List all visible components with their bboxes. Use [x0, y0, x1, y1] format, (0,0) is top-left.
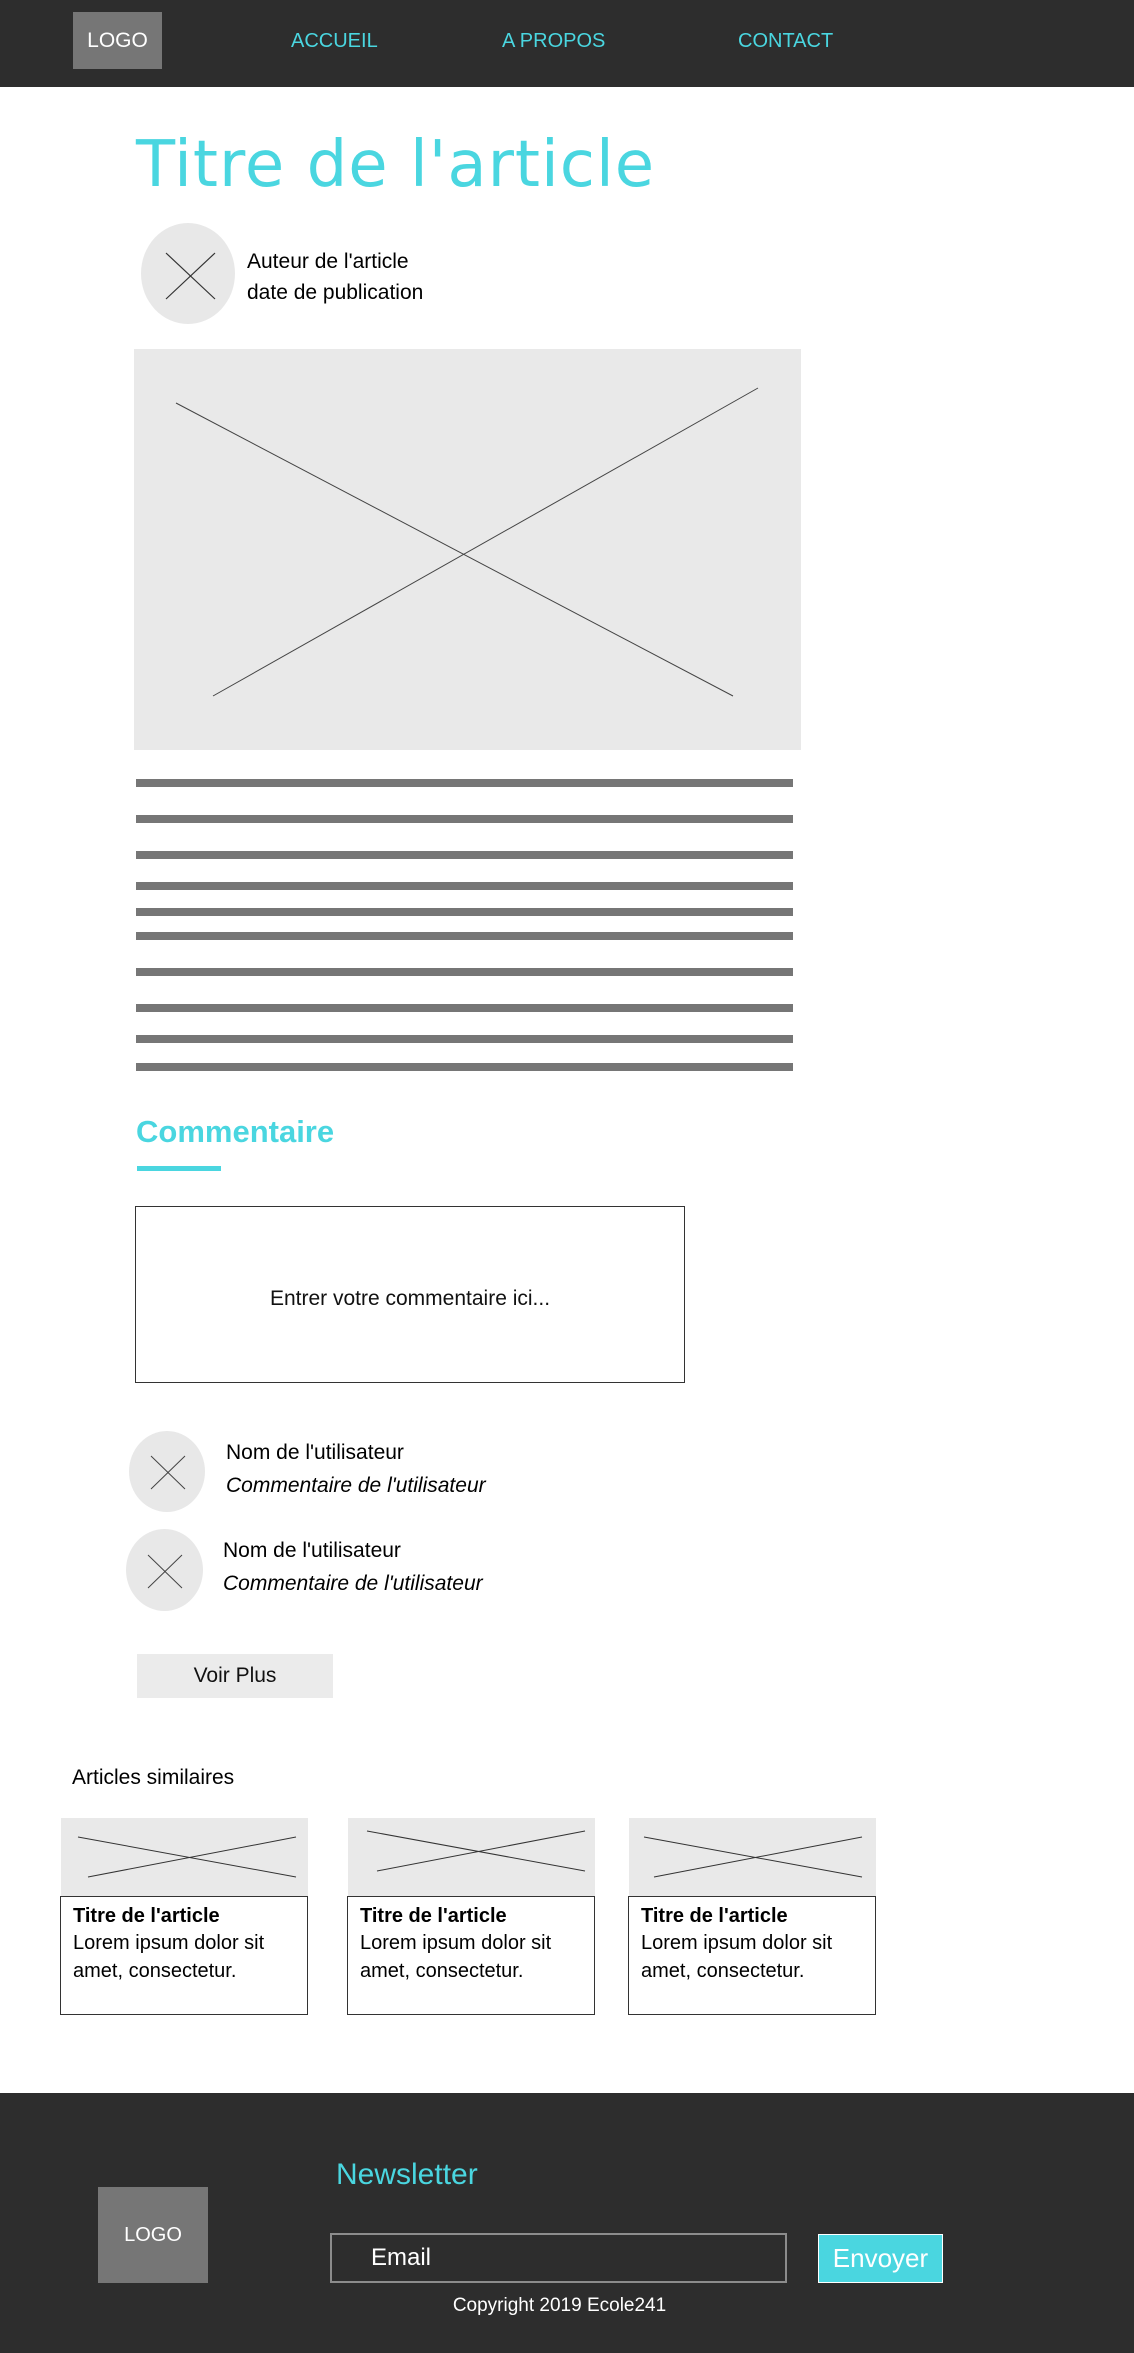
card-title[interactable]: Titre de l'article [641, 1903, 865, 1929]
article-card[interactable]: Titre de l'article Lorem ipsum dolor sit… [628, 1896, 876, 2015]
nav-a-propos[interactable]: A PROPOS [502, 30, 605, 53]
card-image[interactable] [629, 1818, 876, 1898]
image-placeholder-icon [165, 252, 216, 300]
card-title[interactable]: Titre de l'article [360, 1903, 584, 1929]
image-placeholder-icon [147, 1554, 183, 1589]
article-image [134, 349, 801, 750]
comment-user-name: Nom de l'utilisateur [226, 1441, 404, 1464]
text-line [136, 815, 793, 823]
nav-contact[interactable]: CONTACT [738, 30, 833, 53]
card-title[interactable]: Titre de l'article [73, 1903, 297, 1929]
comment-input[interactable]: Entrer votre commentaire ici... [135, 1206, 685, 1383]
image-placeholder-icon [77, 1836, 297, 1878]
text-line [136, 1004, 793, 1012]
image-placeholder-icon [366, 1830, 586, 1872]
image-placeholder-icon [150, 1455, 186, 1490]
text-line [136, 1035, 793, 1043]
user-avatar [126, 1529, 203, 1611]
text-line [136, 932, 793, 940]
comments-heading: Commentaire [136, 1114, 335, 1149]
newsletter-heading: Newsletter [336, 2158, 478, 2191]
text-line [136, 908, 793, 916]
header-logo[interactable]: LOGO [73, 12, 162, 69]
voir-plus-button[interactable]: Voir Plus [137, 1654, 333, 1698]
image-placeholder-icon [643, 1836, 863, 1878]
article-card[interactable]: Titre de l'article Lorem ipsum dolor sit… [60, 1896, 308, 2015]
text-line [136, 779, 793, 787]
card-image[interactable] [348, 1818, 595, 1898]
card-image[interactable] [61, 1818, 308, 1898]
nav-accueil[interactable]: ACCUEIL [291, 30, 378, 53]
article-author: Auteur de l'article [247, 250, 409, 273]
text-line [136, 882, 793, 890]
card-excerpt: Lorem ipsum dolor sit amet, consectetur. [73, 1932, 265, 1982]
comment-user-name: Nom de l'utilisateur [223, 1539, 401, 1562]
article-card[interactable]: Titre de l'article Lorem ipsum dolor sit… [347, 1896, 595, 2015]
heading-underline [137, 1166, 221, 1171]
similar-articles-heading: Articles similaires [72, 1766, 235, 1789]
article-title: Titre de l'article [136, 128, 656, 202]
envoyer-button[interactable]: Envoyer [818, 2234, 943, 2283]
text-line [136, 1063, 793, 1071]
card-excerpt: Lorem ipsum dolor sit amet, consectetur. [641, 1932, 833, 1982]
user-avatar [129, 1431, 205, 1512]
article-date: date de publication [247, 281, 424, 304]
comment-text: Commentaire de l'utilisateur [226, 1474, 486, 1497]
author-avatar [141, 223, 235, 324]
copyright-text: Copyright 2019 Ecole241 [452, 2295, 667, 2316]
image-placeholder-icon [175, 387, 759, 697]
comment-text: Commentaire de l'utilisateur [223, 1572, 483, 1595]
text-line [136, 968, 793, 976]
footer-logo[interactable]: LOGO [98, 2187, 208, 2283]
card-excerpt: Lorem ipsum dolor sit amet, consectetur. [360, 1932, 552, 1982]
email-input[interactable] [330, 2233, 787, 2283]
text-line [136, 851, 793, 859]
